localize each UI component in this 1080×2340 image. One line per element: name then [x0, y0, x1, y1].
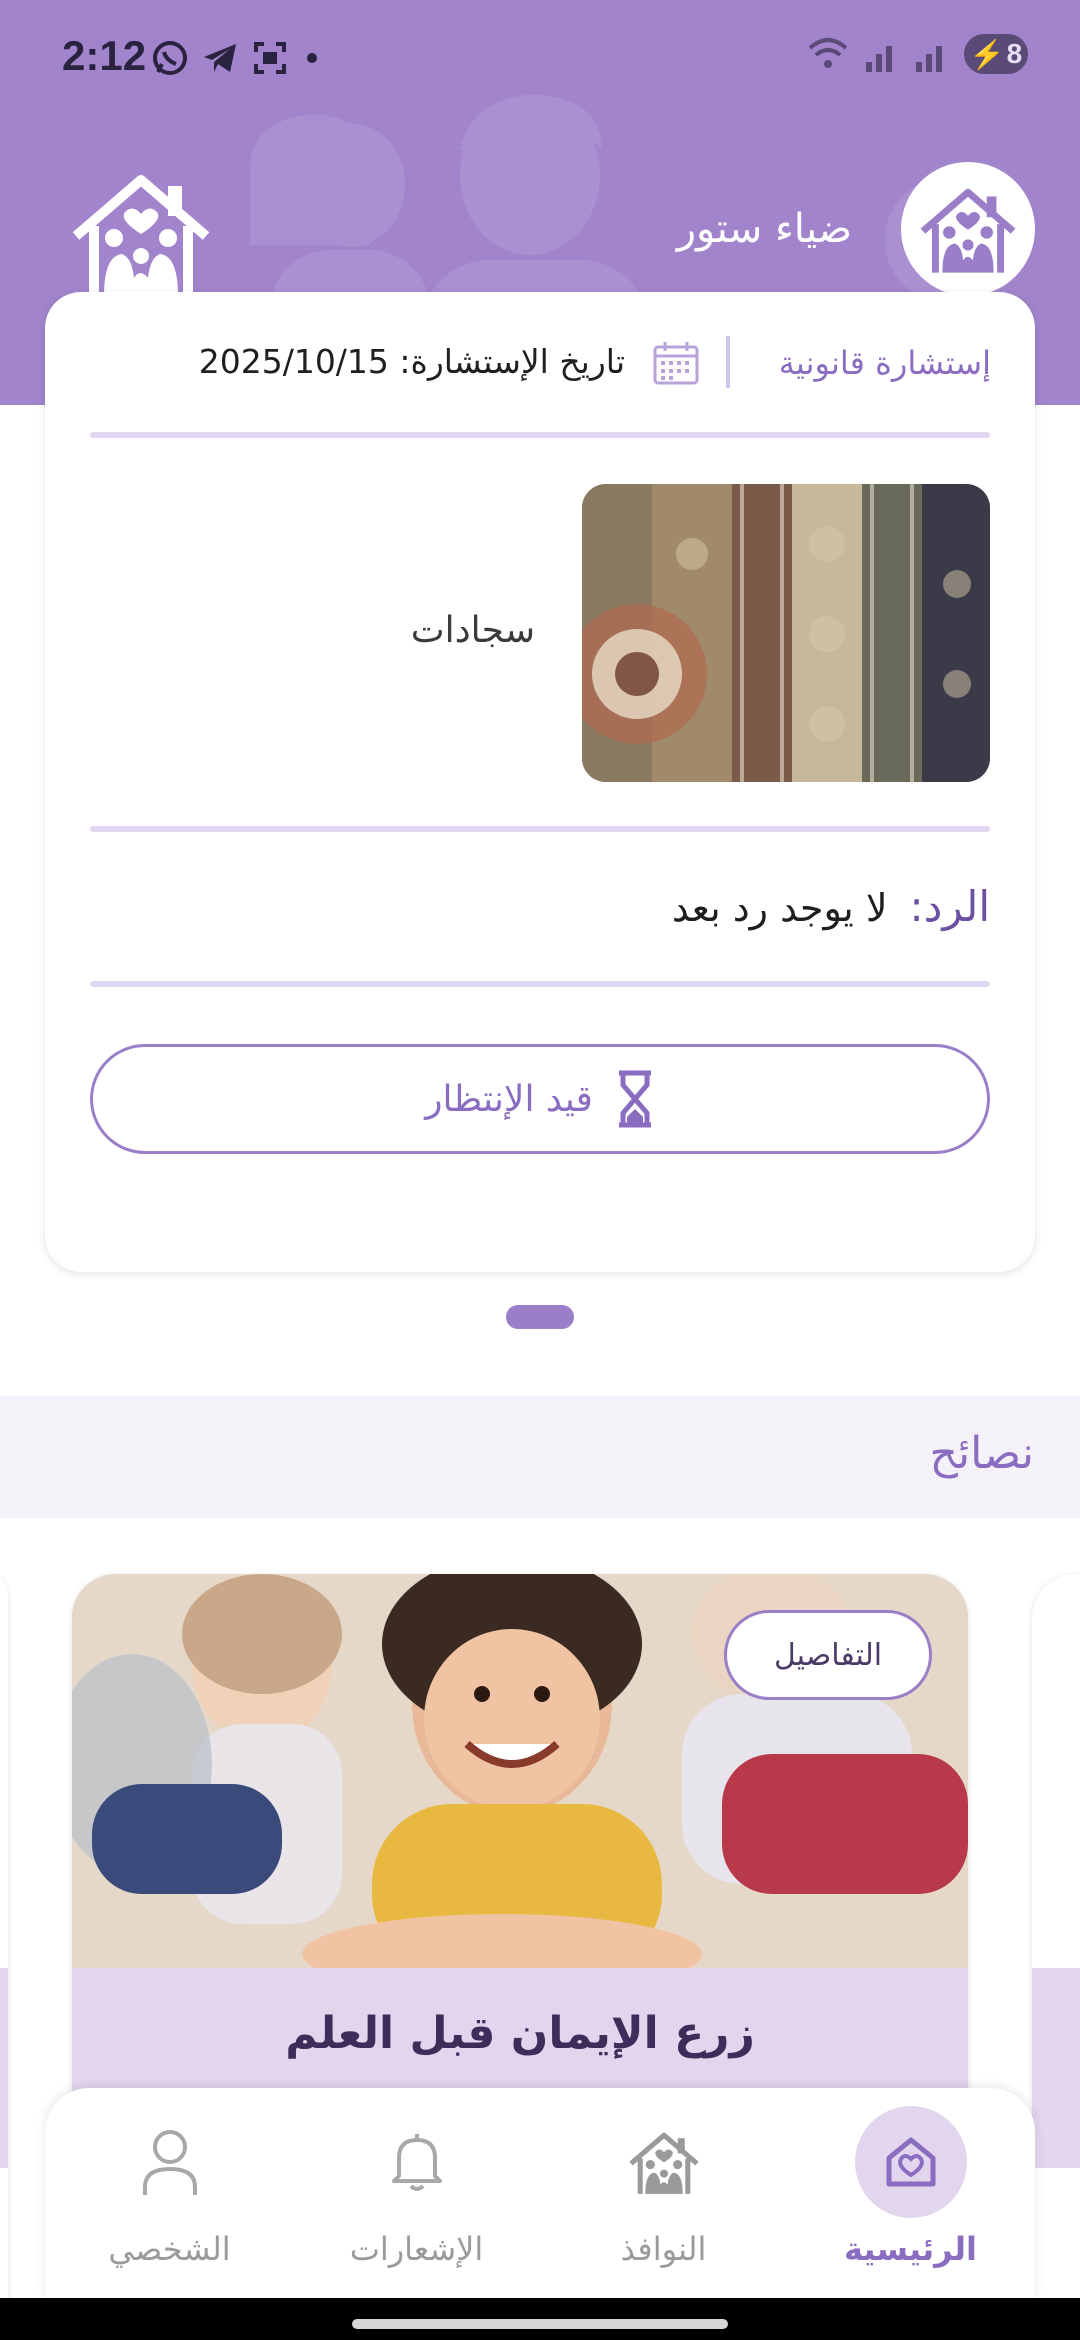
bottom-navigation: الرئيسية النوافذ الإشعارات الشخصي [45, 2088, 1035, 2298]
divider [90, 432, 990, 438]
divider [90, 981, 990, 987]
status-bar: 2:12 ⚡ 8 [0, 0, 1080, 116]
consultation-meta: إستشارة قانونية تاريخ الإستشارة: 2025/10… [45, 336, 1035, 396]
home-heart-icon [886, 2137, 935, 2187]
hourglass-icon [618, 1070, 651, 1128]
app-screen: 2:12 ⚡ 8 ضياء ستور إستشارة قانونية تاريخ… [0, 0, 1080, 2340]
consultation-card[interactable]: إستشارة قانونية تاريخ الإستشارة: 2025/10… [45, 292, 1035, 1272]
family-house-logo[interactable] [66, 168, 216, 298]
nav-home-label: الرئيسية [844, 2230, 977, 2268]
consultation-date: تاريخ الإستشارة: 2025/10/15 [198, 342, 625, 381]
reply-label: الرد: [909, 882, 991, 931]
tip-title: زرع الإيمان قبل العلم [285, 2008, 755, 2059]
bell-icon [391, 2134, 442, 2191]
reply-row: الرد: لا يوجد رد بعد [672, 882, 990, 931]
status-pending-button[interactable]: قيد الإنتظار [90, 1044, 990, 1154]
store-avatar[interactable] [901, 162, 1035, 296]
whatsapp-icon [153, 41, 187, 75]
nav-item-windows[interactable]: النوافذ [540, 2088, 787, 2298]
nav-home-icon-bg [854, 2106, 967, 2218]
tip-card-next[interactable] [1032, 1574, 1080, 2340]
telegram-icon [204, 44, 236, 72]
signal-icon [866, 46, 892, 72]
notification-icons [150, 38, 324, 78]
charging-icon: ⚡ [969, 38, 1005, 70]
person-icon [142, 2130, 197, 2195]
battery-indicator: ⚡ 8 [964, 34, 1028, 74]
family-house-icon [628, 2132, 699, 2194]
carpets-photo [582, 484, 990, 782]
system-status-icons: ⚡ 8 [806, 34, 1028, 74]
reply-text: لا يوجد رد بعد [671, 886, 888, 930]
nav-item-notifications[interactable]: الإشعارات [293, 2088, 540, 2298]
calendar-icon [653, 342, 699, 385]
tips-section-header: نصائح [0, 1396, 1080, 1518]
battery-level: 8 [1006, 38, 1023, 69]
store-name: ضياء ستور [676, 206, 852, 252]
nav-notifications-label: الإشعارات [349, 2230, 484, 2268]
gesture-handle[interactable] [352, 2319, 728, 2329]
status-time: 2:12 [62, 32, 147, 79]
nav-item-profile[interactable]: الشخصي [46, 2088, 293, 2298]
nav-profile-label: الشخصي [108, 2230, 231, 2268]
nav-item-home[interactable]: الرئيسية [787, 2088, 1034, 2298]
nav-notifications-icon-bg [361, 2106, 473, 2218]
wifi-icon [808, 38, 848, 68]
nav-windows-label: النوافذ [620, 2230, 707, 2268]
product-image[interactable] [582, 484, 990, 782]
status-text: قيد الإنتظار [425, 1078, 593, 1120]
nav-profile-icon-bg [114, 2106, 226, 2218]
vertical-divider [726, 336, 730, 388]
tips-title: نصائح [929, 1428, 1034, 1479]
screenshot-icon [254, 42, 286, 74]
signal-icon-2 [916, 46, 942, 72]
nav-windows-icon-bg [608, 2106, 720, 2218]
dot-icon [307, 53, 317, 63]
tip-card-previous[interactable] [0, 1574, 8, 2340]
details-button[interactable]: التفاصيل [724, 1610, 932, 1700]
divider [90, 826, 990, 832]
carousel-page-indicator[interactable] [506, 1305, 574, 1329]
consultation-type: إستشارة قانونية [778, 344, 991, 382]
product-name: سجادات [410, 610, 535, 651]
family-house-icon [920, 188, 1016, 273]
